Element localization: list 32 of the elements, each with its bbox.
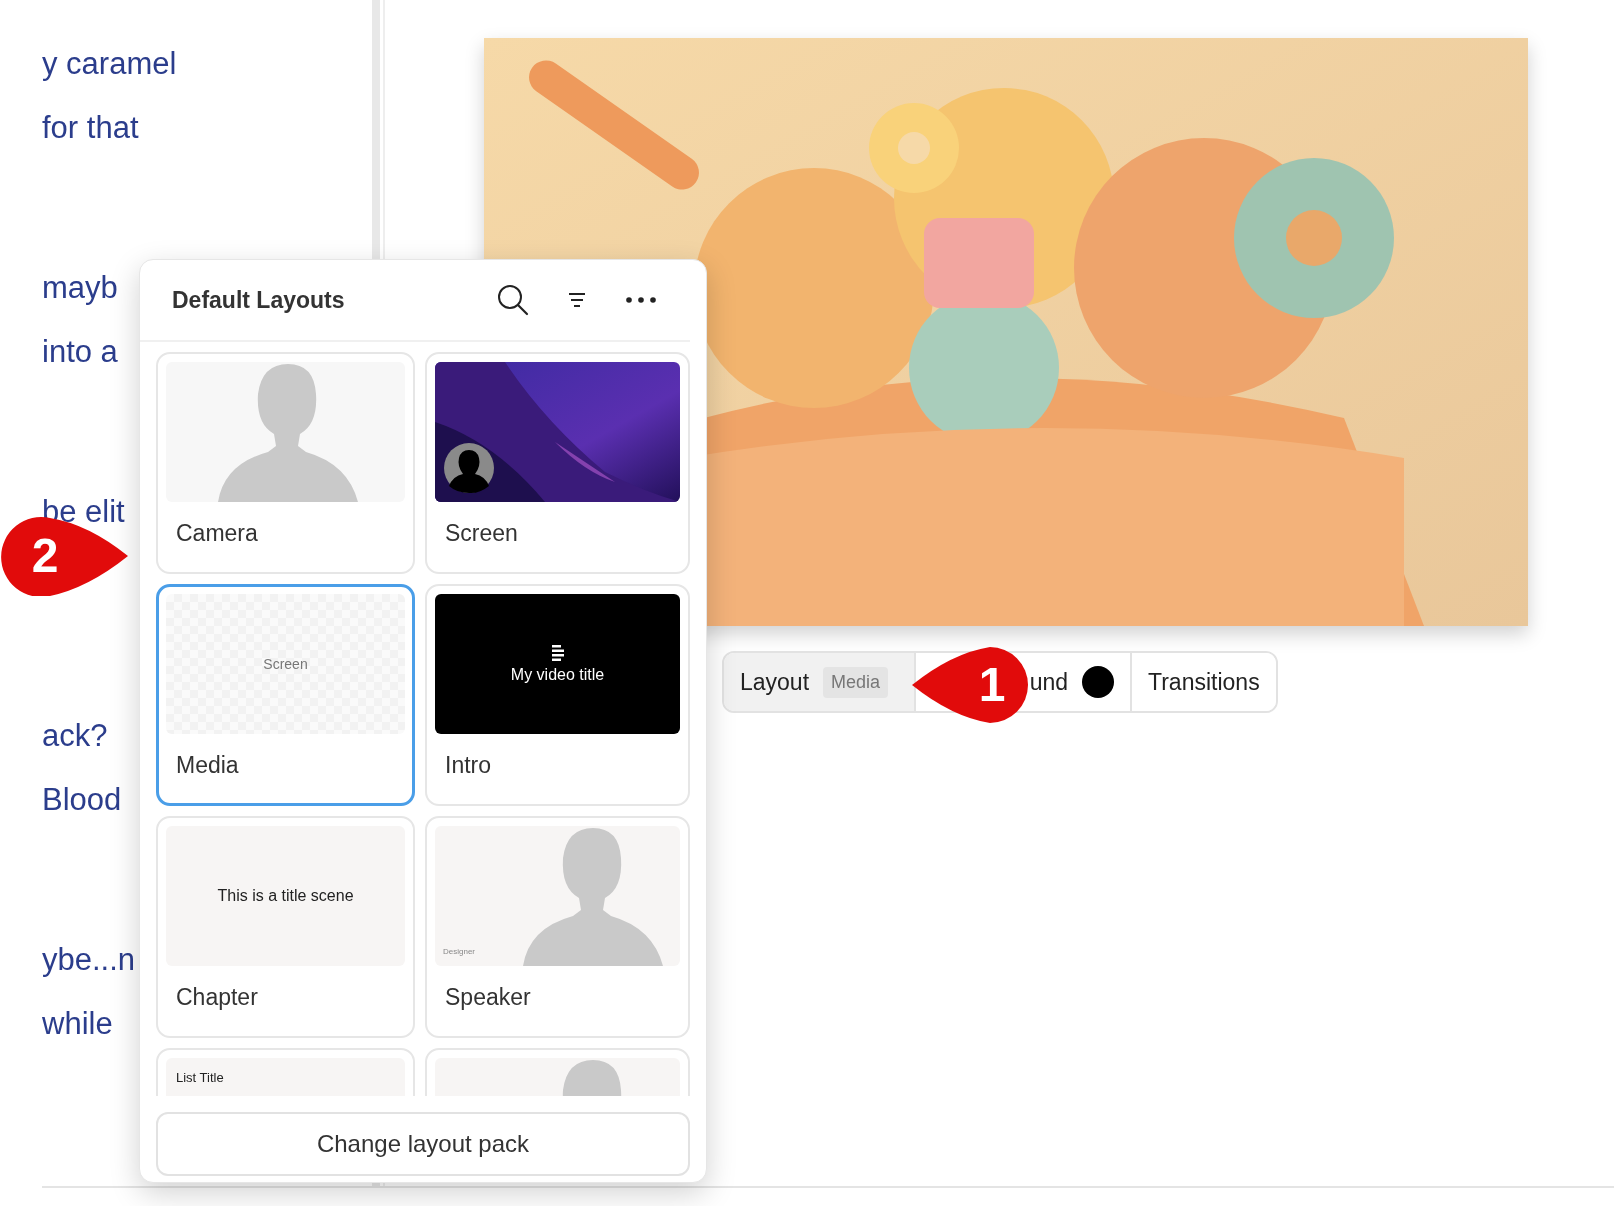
list-title: List Title bbox=[176, 1070, 224, 1085]
marker-number: 2 bbox=[30, 528, 60, 583]
text-line: while bbox=[42, 1005, 113, 1043]
text-line: y caramel bbox=[42, 45, 177, 83]
layout-tile[interactable]: Screen Media bbox=[156, 584, 415, 806]
text-line: Blood bbox=[42, 781, 122, 819]
document-icon bbox=[549, 644, 566, 662]
tile-label: Chapter bbox=[175, 983, 259, 1011]
transitions-button[interactable]: Transitions bbox=[1130, 653, 1276, 711]
layout-tile[interactable]: List Title bbox=[156, 1048, 415, 1096]
tile-label: Speaker bbox=[444, 983, 532, 1011]
layout-button[interactable]: Layout Media bbox=[724, 653, 914, 711]
layout-tile[interactable]: Camera bbox=[156, 352, 415, 574]
layout-tile[interactable]: Designer Speaker bbox=[425, 816, 690, 1038]
change-layout-button[interactable]: Change layout pack bbox=[156, 1112, 690, 1176]
text-line: into a bbox=[42, 333, 118, 371]
tile-label: Camera bbox=[175, 519, 259, 547]
layout-badge: Media bbox=[823, 666, 889, 698]
tile-label: Media bbox=[175, 751, 240, 779]
text-line: ybe...n bbox=[42, 941, 136, 979]
layout-tile[interactable]: This is a title scene Chapter bbox=[156, 816, 415, 1038]
text-line: mayb bbox=[42, 269, 118, 307]
marker-number: 1 bbox=[977, 657, 1007, 712]
speaker-name: Designer bbox=[443, 947, 475, 956]
tile-label: Intro bbox=[444, 751, 493, 779]
video-title: My video title bbox=[510, 666, 605, 684]
scene-title: This is a title scene bbox=[217, 887, 354, 905]
text-line: ack? bbox=[42, 717, 108, 755]
layout-tile[interactable]: My video title Intro bbox=[425, 584, 690, 806]
placeholder-label: Screen bbox=[263, 656, 308, 672]
panel-title: Default Layouts bbox=[172, 286, 346, 314]
text-line: for that bbox=[42, 109, 139, 147]
